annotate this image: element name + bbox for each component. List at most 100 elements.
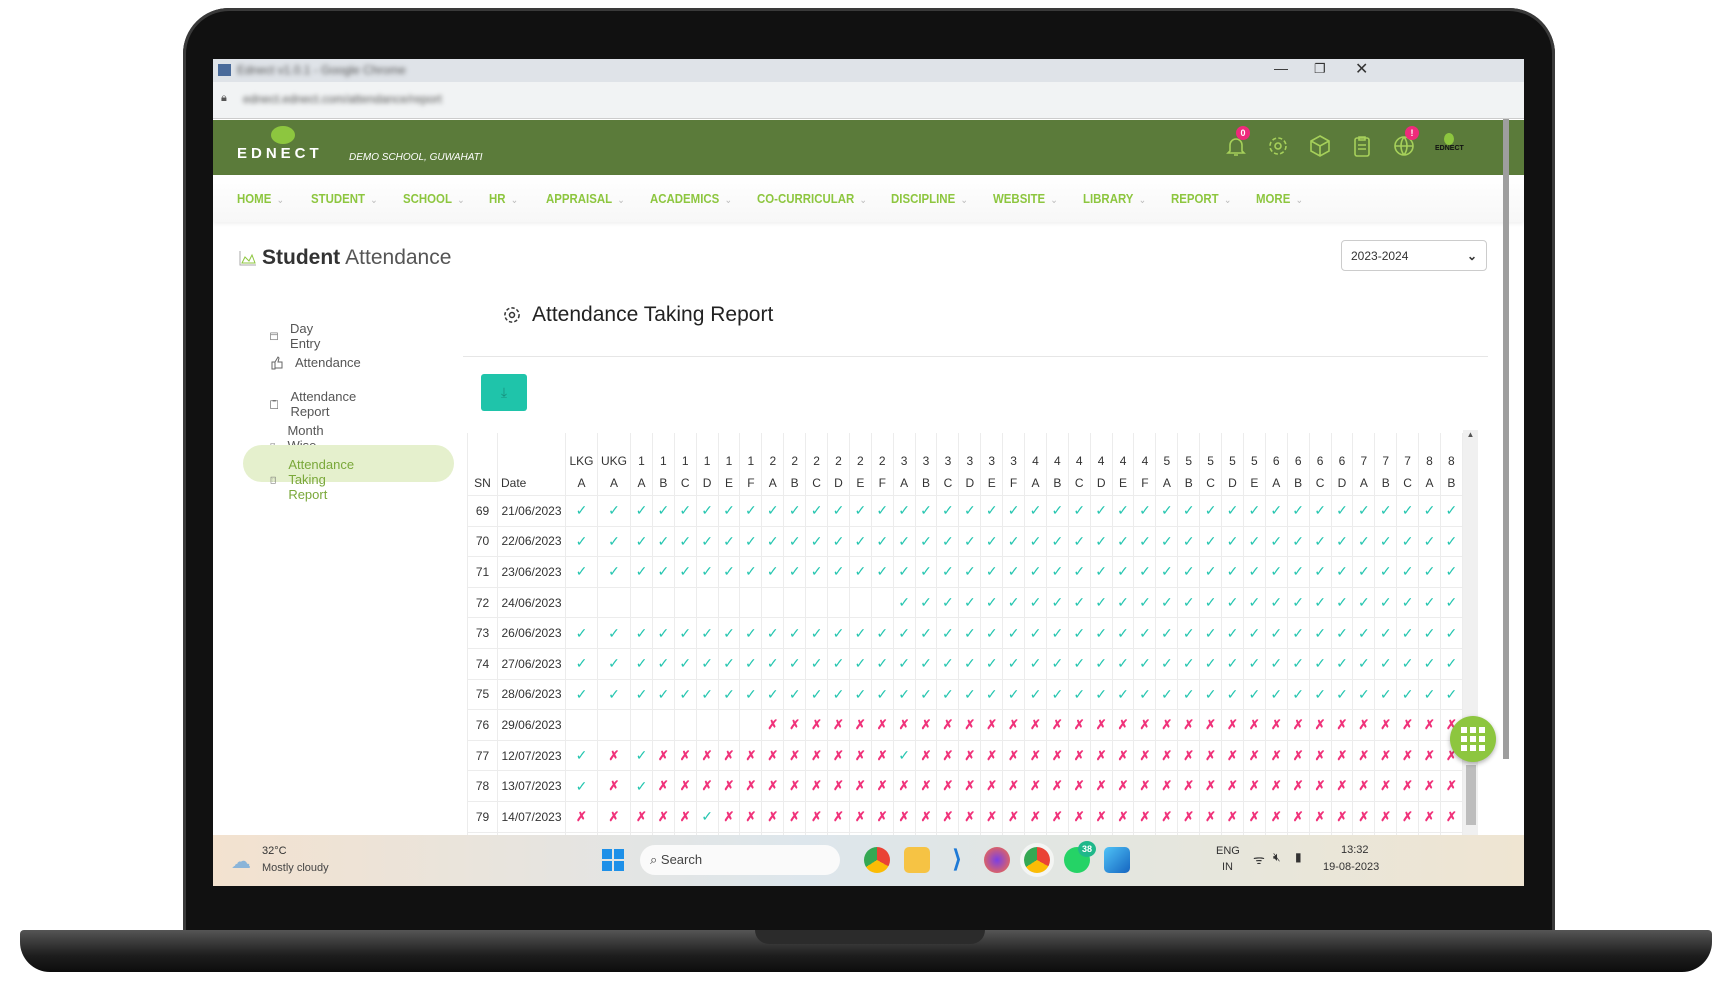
- chrome-active-icon[interactable]: [1020, 843, 1054, 877]
- section-header: C: [805, 473, 829, 496]
- year-select[interactable]: 2023-2024 ⌄: [1341, 240, 1487, 271]
- section-header: A: [1352, 473, 1376, 496]
- present-check-icon: ✓: [1067, 556, 1091, 588]
- date-cell: 22/06/2023: [497, 525, 566, 558]
- absent-cross-icon: ✗: [1308, 770, 1332, 802]
- sidebar-item-attendance-taking-report[interactable]: Attendance Taking Report: [270, 457, 361, 502]
- scrollbar[interactable]: ▲: [1463, 430, 1478, 835]
- vscode-icon[interactable]: ⟩: [944, 847, 970, 873]
- globe-icon[interactable]: !: [1392, 126, 1419, 158]
- absent-cross-icon: ✗: [1002, 709, 1026, 741]
- present-check-icon: ✓: [1024, 586, 1047, 619]
- nav-website[interactable]: WEBSITE ⌄: [993, 191, 1058, 206]
- absent-cross-icon: ✗: [1242, 770, 1266, 802]
- language-indicator[interactable]: ENG: [1216, 845, 1240, 857]
- bell-icon[interactable]: 0: [1224, 126, 1250, 158]
- nav-co-curricular[interactable]: CO-CURRICULAR ⌄: [757, 191, 867, 206]
- present-check-icon: ✓: [848, 678, 872, 711]
- lock-icon: 🔒︎: [221, 92, 227, 104]
- present-check-icon: ✓: [1111, 678, 1135, 711]
- nav-library[interactable]: LIBRARY ⌄: [1083, 191, 1146, 206]
- file-explorer-icon[interactable]: [904, 847, 930, 873]
- page-scrollbar[interactable]: [1503, 119, 1509, 759]
- class-header: 5: [1199, 433, 1223, 473]
- wifi-icon[interactable]: ᯤ: [1253, 850, 1265, 868]
- clock-date[interactable]: 19-08-2023: [1323, 861, 1379, 873]
- sidebar-item-day-entry[interactable]: Day Entry: [270, 321, 325, 351]
- taskbar-search[interactable]: ⌕ Search: [640, 845, 840, 875]
- table-row: 79 14/07/2023 ✗ ✗ ✗ ✗ ✗ ✓ ✗ ✗ ✗ ✗ ✗ ✗ ✗ ✗ ✗ ✗ ✗ ✗ ✗ ✗ ✗ ✗ ✗ ✗ ✗ ✗ ✗ ✗…: [467, 800, 1463, 833]
- nav-report[interactable]: REPORT ⌄: [1171, 191, 1231, 206]
- gear-icon[interactable]: [1266, 134, 1290, 158]
- sidebar-item-attendance-report[interactable]: Attendance Report: [270, 389, 361, 419]
- present-check-icon: ✓: [1002, 556, 1026, 588]
- nav-appraisal[interactable]: APPRAISAL ⌄: [546, 191, 625, 206]
- date-cell: 29/06/2023: [497, 709, 566, 741]
- present-check-icon: ✓: [1308, 678, 1332, 711]
- nav-more[interactable]: MORE ⌄: [1256, 191, 1303, 206]
- nav-discipline[interactable]: DISCIPLINE ⌄: [891, 191, 968, 206]
- sn-cell: 75: [467, 678, 498, 711]
- date-cell: 27/06/2023: [497, 647, 566, 680]
- empty-cell: [597, 586, 631, 619]
- present-check-icon: ✓: [739, 525, 763, 558]
- user-avatar[interactable]: EDNECT: [1435, 133, 1464, 152]
- section-header: D: [827, 473, 850, 496]
- scrollbar-thumb[interactable]: [1466, 765, 1476, 825]
- absent-cross-icon: ✗: [565, 800, 598, 833]
- class-header: 3: [980, 433, 1004, 473]
- cube-icon[interactable]: [1308, 134, 1332, 158]
- absent-cross-icon: ✗: [739, 770, 763, 802]
- chevron-down-icon: ⌄: [1466, 249, 1477, 263]
- firefox-icon[interactable]: [984, 847, 1010, 873]
- absent-cross-icon: ✗: [739, 739, 763, 772]
- download-button[interactable]: ⤓: [481, 374, 527, 411]
- present-check-icon: ✓: [1177, 617, 1201, 649]
- section-header: A: [1264, 473, 1288, 496]
- class-header: 6: [1264, 433, 1288, 473]
- present-check-icon: ✓: [1024, 525, 1047, 558]
- address-bar[interactable]: 🔒︎ ednect.ednect.com/attendance/report: [213, 82, 1524, 119]
- empty-cell: [805, 586, 829, 619]
- chrome-icon[interactable]: [864, 847, 890, 873]
- close-button[interactable]: ✕: [1355, 59, 1368, 79]
- minimize-button[interactable]: —: [1274, 60, 1288, 76]
- school-name: DEMO SCHOOL, GUWAHATI: [349, 152, 483, 163]
- main-nav: HOME ⌄ STUDENT ⌄ SCHOOL ⌄ HR ⌄ APPRAISAL ⌄ ACADEMI…: [213, 175, 1524, 222]
- present-check-icon: ✓: [739, 647, 763, 680]
- nav-home[interactable]: HOME ⌄: [237, 191, 284, 206]
- present-check-icon: ✓: [1155, 495, 1179, 527]
- absent-cross-icon: ✗: [783, 739, 807, 772]
- photos-icon[interactable]: [1104, 847, 1130, 873]
- present-check-icon: ✓: [1242, 495, 1266, 527]
- absent-cross-icon: ✗: [1067, 770, 1091, 802]
- absent-cross-icon: ✗: [1024, 739, 1047, 772]
- clock-time[interactable]: 13:32: [1341, 844, 1369, 856]
- region-indicator[interactable]: IN: [1222, 861, 1233, 873]
- nav-school[interactable]: SCHOOL ⌄: [403, 191, 465, 206]
- class-header: 4: [1133, 433, 1157, 473]
- apps-fab-button[interactable]: [1450, 716, 1496, 762]
- scroll-up-icon[interactable]: ▲: [1463, 430, 1478, 439]
- present-check-icon: ✓: [1089, 647, 1113, 680]
- sidebar-item-attendance[interactable]: Attendance: [270, 355, 361, 370]
- present-check-icon: ✓: [1111, 647, 1135, 680]
- logo[interactable]: EDNECT: [237, 126, 323, 162]
- present-check-icon: ✓: [1330, 556, 1354, 588]
- present-check-icon: ✓: [1024, 647, 1047, 680]
- absent-cross-icon: ✗: [1002, 800, 1026, 833]
- present-check-icon: ✓: [1199, 617, 1223, 649]
- speaker-muted-icon[interactable]: 🔇︎: [1273, 850, 1281, 865]
- nav-student[interactable]: STUDENT ⌄: [311, 191, 378, 206]
- present-check-icon: ✓: [1221, 617, 1244, 649]
- restore-button[interactable]: ❐: [1314, 61, 1326, 77]
- windows-start-icon[interactable]: [602, 849, 624, 871]
- absent-cross-icon: ✗: [673, 739, 697, 772]
- nav-academics[interactable]: ACADEMICS ⌄: [650, 191, 732, 206]
- clipboard-icon[interactable]: [1350, 134, 1374, 158]
- whatsapp-icon[interactable]: 38: [1064, 841, 1096, 873]
- app-header: EDNECT DEMO SCHOOL, GUWAHATI 0 ! EDNECT: [213, 120, 1524, 175]
- nav-hr[interactable]: HR ⌄: [489, 191, 518, 206]
- battery-icon[interactable]: ▮: [1295, 850, 1302, 864]
- class-header: 1: [739, 433, 763, 473]
